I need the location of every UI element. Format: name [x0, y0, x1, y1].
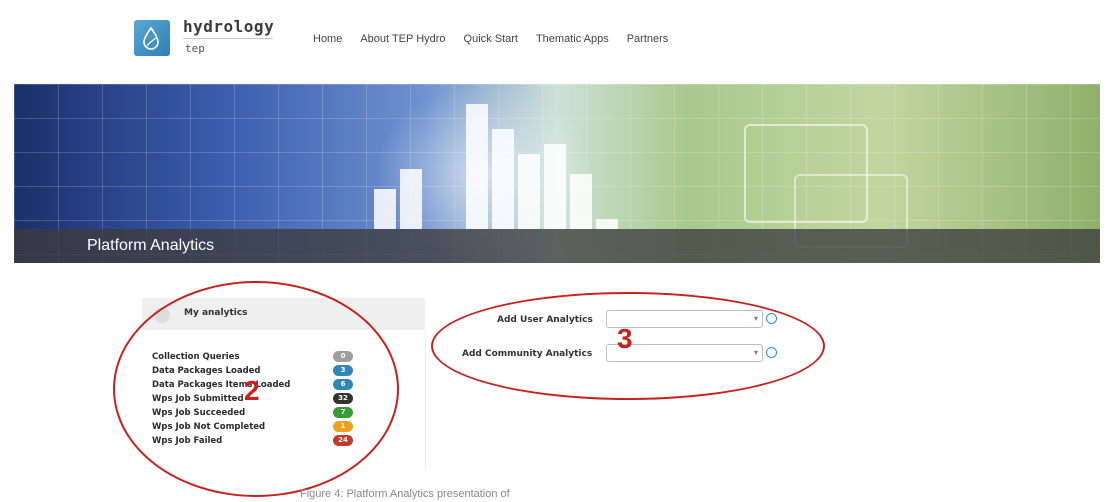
banner-bar — [544, 144, 566, 229]
banner-bar — [374, 189, 396, 229]
figure-caption: Figure 4: Platform Analytics presentatio… — [300, 488, 510, 500]
annotation-number-3: 3 — [617, 323, 633, 354]
stat-collection-queries: Collection Queries 0 — [152, 351, 412, 364]
stat-badge: 32 — [333, 393, 353, 404]
stat-label: Wps Job Failed — [152, 436, 223, 446]
stat-label: Collection Queries — [152, 352, 240, 362]
hero-banner: Platform Analytics — [14, 84, 1100, 263]
stat-wps-job-not-completed: Wps Job Not Completed 1 — [152, 421, 412, 434]
banner-bar — [570, 174, 592, 229]
nav-home[interactable]: Home — [313, 33, 342, 45]
banner-bar — [596, 219, 618, 229]
banner-bar — [492, 129, 514, 229]
stat-badge: 6 — [333, 379, 353, 390]
nav-about[interactable]: About TEP Hydro — [360, 33, 445, 45]
logo-subtitle: tep — [185, 42, 205, 55]
stat-wps-job-succeeded: Wps Job Succeeded 7 — [152, 407, 412, 420]
stat-badge: 3 — [333, 365, 353, 376]
stat-badge: 24 — [333, 435, 353, 446]
chevron-down-icon: ▾ — [753, 348, 758, 357]
stat-badge: 7 — [333, 407, 353, 418]
stat-wps-job-submitted: Wps Job Submitted 32 — [152, 393, 412, 406]
my-analytics-title: My analytics — [184, 308, 248, 318]
stat-data-packages-items-loaded: Data Packages Items Loaded 6 — [152, 379, 412, 392]
my-analytics-panel: Collection Queries 0 Data Packages Loade… — [142, 330, 426, 470]
nav-quick-start[interactable]: Quick Start — [464, 33, 518, 45]
annotation-number-2: 2 — [244, 375, 260, 406]
droplet-leaf-icon — [143, 26, 159, 50]
add-circle-icon[interactable] — [766, 347, 777, 358]
stat-label: Wps Job Submitted — [152, 394, 244, 404]
stat-label: Wps Job Succeeded — [152, 408, 246, 418]
add-circle-icon[interactable] — [766, 313, 777, 324]
nav-partners[interactable]: Partners — [627, 33, 669, 45]
stat-label: Data Packages Items Loaded — [152, 380, 291, 390]
my-analytics-header[interactable]: My analytics — [142, 298, 425, 330]
add-community-analytics-label: Add Community Analytics — [462, 349, 593, 359]
chevron-down-icon: ▾ — [753, 314, 758, 323]
stat-data-packages-loaded: Data Packages Loaded 3 — [152, 365, 412, 378]
stat-badge: 1 — [333, 421, 353, 432]
stat-label: Wps Job Not Completed — [152, 422, 266, 432]
logo-name[interactable]: hydrology — [183, 17, 274, 36]
add-user-analytics-label: Add User Analytics — [497, 315, 593, 325]
page-title: Platform Analytics — [87, 237, 215, 254]
logo-divider — [183, 38, 273, 39]
nav-thematic-apps[interactable]: Thematic Apps — [536, 33, 609, 45]
banner-bar — [400, 169, 422, 229]
stat-badge: 0 — [333, 351, 353, 362]
toggle-icon[interactable] — [154, 307, 170, 323]
banner-bar — [466, 104, 488, 229]
main-nav: Home About TEP Hydro Quick Start Themati… — [313, 33, 668, 45]
stat-wps-job-failed: Wps Job Failed 24 — [152, 435, 412, 448]
logo-icon[interactable] — [134, 20, 170, 56]
banner-bar — [518, 154, 540, 229]
